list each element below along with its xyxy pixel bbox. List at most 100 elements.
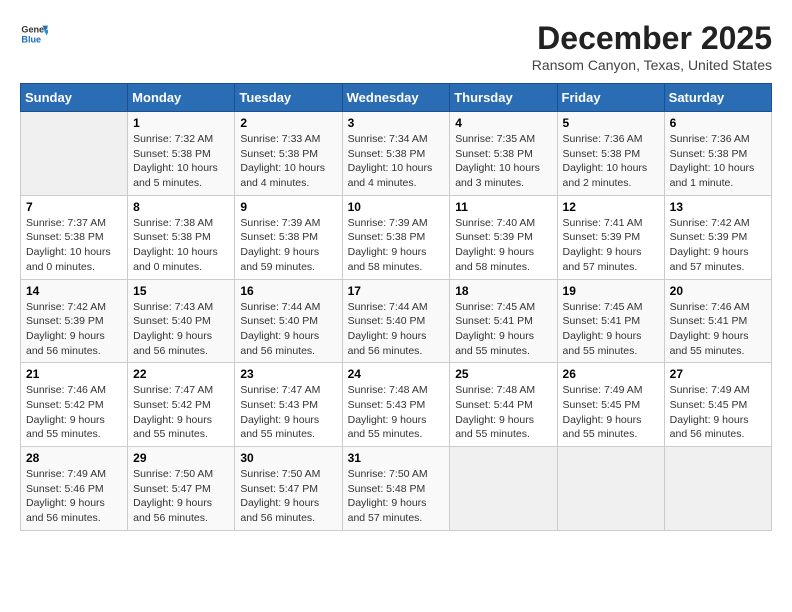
calendar-cell: 16Sunrise: 7:44 AM Sunset: 5:40 PM Dayli… xyxy=(235,279,342,363)
day-info: Sunrise: 7:49 AM Sunset: 5:45 PM Dayligh… xyxy=(670,383,766,442)
calendar-cell: 31 Sunrise: 7:50 AM Sunset: 5:48 PM Dayli… xyxy=(342,447,450,531)
day-info: Sunrise: 7:46 AM Sunset: 5:42 PM Dayligh… xyxy=(26,383,122,442)
calendar-cell: 13 Sunrise: 7:42 AM Sunset: 5:39 PM Dayli… xyxy=(664,195,771,279)
calendar-cell: 27Sunrise: 7:49 AM Sunset: 5:45 PM Dayli… xyxy=(664,363,771,447)
week-row-3: 14 Sunrise: 7:42 AM Sunset: 5:39 PM Dayli… xyxy=(21,279,772,363)
calendar-cell: 7Sunrise: 7:37 AM Sunset: 5:38 PM Daylig… xyxy=(21,195,128,279)
day-info: Sunrise: 7:40 AM Sunset: 5:39 PM Dayligh… xyxy=(455,216,551,275)
day-info: Sunrise: 7:49 AM Sunset: 5:45 PM Dayligh… xyxy=(563,383,659,442)
day-info: Sunrise: 7:42 AM Sunset: 5:39 PM Dayligh… xyxy=(670,216,766,275)
day-number: 14 xyxy=(26,284,122,298)
day-info: Sunrise: 7:34 AM Sunset: 5:38 PM Dayligh… xyxy=(348,132,445,191)
day-info: Sunrise: 7:39 AM Sunset: 5:38 PM Dayligh… xyxy=(240,216,336,275)
day-number: 16 xyxy=(240,284,336,298)
svg-text:Blue: Blue xyxy=(21,34,41,44)
day-number: 29 xyxy=(133,451,229,465)
day-number: 5 xyxy=(563,116,659,130)
calendar-cell: 2Sunrise: 7:33 AM Sunset: 5:38 PM Daylig… xyxy=(235,112,342,196)
calendar-cell xyxy=(664,447,771,531)
calendar-cell: 25 Sunrise: 7:48 AM Sunset: 5:44 PM Dayli… xyxy=(450,363,557,447)
day-info: Sunrise: 7:47 AM Sunset: 5:42 PM Dayligh… xyxy=(133,383,229,442)
calendar-table: SundayMondayTuesdayWednesdayThursdayFrid… xyxy=(20,83,772,531)
title-section: December 2025 Ransom Canyon, Texas, Unit… xyxy=(532,20,772,73)
day-number: 20 xyxy=(670,284,766,298)
day-number: 21 xyxy=(26,367,122,381)
day-number: 6 xyxy=(670,116,766,130)
day-number: 18 xyxy=(455,284,551,298)
calendar-cell: 15 Sunrise: 7:43 AM Sunset: 5:40 PM Dayli… xyxy=(128,279,235,363)
day-info: Sunrise: 7:50 AM Sunset: 5:48 PM Dayligh… xyxy=(348,467,445,526)
day-number: 23 xyxy=(240,367,336,381)
day-info: Sunrise: 7:32 AM Sunset: 5:38 PM Dayligh… xyxy=(133,132,229,191)
calendar-cell: 23 Sunrise: 7:47 AM Sunset: 5:43 PM Dayli… xyxy=(235,363,342,447)
day-number: 30 xyxy=(240,451,336,465)
calendar-cell: 10 Sunrise: 7:39 AM Sunset: 5:38 PM Dayli… xyxy=(342,195,450,279)
day-number: 1 xyxy=(133,116,229,130)
day-number: 7 xyxy=(26,200,122,214)
calendar-cell: 11 Sunrise: 7:40 AM Sunset: 5:39 PM Dayli… xyxy=(450,195,557,279)
day-info: Sunrise: 7:48 AM Sunset: 5:43 PM Dayligh… xyxy=(348,383,445,442)
calendar-cell: 19 Sunrise: 7:45 AM Sunset: 5:41 PM Dayli… xyxy=(557,279,664,363)
calendar-cell: 26Sunrise: 7:49 AM Sunset: 5:45 PM Dayli… xyxy=(557,363,664,447)
day-number: 11 xyxy=(455,200,551,214)
day-info: Sunrise: 7:38 AM Sunset: 5:38 PM Dayligh… xyxy=(133,216,229,275)
day-info: Sunrise: 7:36 AM Sunset: 5:38 PM Dayligh… xyxy=(670,132,766,191)
day-info: Sunrise: 7:46 AM Sunset: 5:41 PM Dayligh… xyxy=(670,300,766,359)
day-info: Sunrise: 7:41 AM Sunset: 5:39 PM Dayligh… xyxy=(563,216,659,275)
calendar-cell xyxy=(557,447,664,531)
day-number: 10 xyxy=(348,200,445,214)
week-row-1: 1 Sunrise: 7:32 AM Sunset: 5:38 PM Daylig… xyxy=(21,112,772,196)
day-number: 17 xyxy=(348,284,445,298)
day-info: Sunrise: 7:49 AM Sunset: 5:46 PM Dayligh… xyxy=(26,467,122,526)
day-number: 22 xyxy=(133,367,229,381)
calendar-cell: 3 Sunrise: 7:34 AM Sunset: 5:38 PM Daylig… xyxy=(342,112,450,196)
header-day-monday: Monday xyxy=(128,84,235,112)
logo-icon: General Blue xyxy=(20,20,48,48)
calendar-cell: 24 Sunrise: 7:48 AM Sunset: 5:43 PM Dayli… xyxy=(342,363,450,447)
day-number: 24 xyxy=(348,367,445,381)
day-number: 4 xyxy=(455,116,551,130)
calendar-cell: 18 Sunrise: 7:45 AM Sunset: 5:41 PM Dayli… xyxy=(450,279,557,363)
day-info: Sunrise: 7:48 AM Sunset: 5:44 PM Dayligh… xyxy=(455,383,551,442)
day-info: Sunrise: 7:39 AM Sunset: 5:38 PM Dayligh… xyxy=(348,216,445,275)
day-info: Sunrise: 7:47 AM Sunset: 5:43 PM Dayligh… xyxy=(240,383,336,442)
calendar-cell: 30Sunrise: 7:50 AM Sunset: 5:47 PM Dayli… xyxy=(235,447,342,531)
calendar-cell: 17Sunrise: 7:44 AM Sunset: 5:40 PM Dayli… xyxy=(342,279,450,363)
day-number: 12 xyxy=(563,200,659,214)
calendar-title: December 2025 xyxy=(532,20,772,57)
calendar-cell: 6 Sunrise: 7:36 AM Sunset: 5:38 PM Daylig… xyxy=(664,112,771,196)
day-info: Sunrise: 7:45 AM Sunset: 5:41 PM Dayligh… xyxy=(563,300,659,359)
day-info: Sunrise: 7:36 AM Sunset: 5:38 PM Dayligh… xyxy=(563,132,659,191)
calendar-cell: 21 Sunrise: 7:46 AM Sunset: 5:42 PM Dayli… xyxy=(21,363,128,447)
calendar-cell: 5 Sunrise: 7:36 AM Sunset: 5:38 PM Daylig… xyxy=(557,112,664,196)
day-number: 3 xyxy=(348,116,445,130)
day-info: Sunrise: 7:43 AM Sunset: 5:40 PM Dayligh… xyxy=(133,300,229,359)
day-number: 28 xyxy=(26,451,122,465)
week-row-4: 21 Sunrise: 7:46 AM Sunset: 5:42 PM Dayli… xyxy=(21,363,772,447)
header-day-sunday: Sunday xyxy=(21,84,128,112)
week-row-5: 28 Sunrise: 7:49 AM Sunset: 5:46 PM Dayli… xyxy=(21,447,772,531)
day-info: Sunrise: 7:42 AM Sunset: 5:39 PM Dayligh… xyxy=(26,300,122,359)
day-number: 19 xyxy=(563,284,659,298)
day-number: 13 xyxy=(670,200,766,214)
calendar-cell: 1 Sunrise: 7:32 AM Sunset: 5:38 PM Daylig… xyxy=(128,112,235,196)
calendar-cell xyxy=(450,447,557,531)
day-info: Sunrise: 7:33 AM Sunset: 5:38 PM Dayligh… xyxy=(240,132,336,191)
week-row-2: 7Sunrise: 7:37 AM Sunset: 5:38 PM Daylig… xyxy=(21,195,772,279)
day-number: 31 xyxy=(348,451,445,465)
header-day-thursday: Thursday xyxy=(450,84,557,112)
calendar-cell: 8Sunrise: 7:38 AM Sunset: 5:38 PM Daylig… xyxy=(128,195,235,279)
calendar-cell: 28 Sunrise: 7:49 AM Sunset: 5:46 PM Dayli… xyxy=(21,447,128,531)
day-number: 25 xyxy=(455,367,551,381)
calendar-cell: 12 Sunrise: 7:41 AM Sunset: 5:39 PM Dayli… xyxy=(557,195,664,279)
calendar-cell: 29Sunrise: 7:50 AM Sunset: 5:47 PM Dayli… xyxy=(128,447,235,531)
header-day-friday: Friday xyxy=(557,84,664,112)
calendar-cell: 9Sunrise: 7:39 AM Sunset: 5:38 PM Daylig… xyxy=(235,195,342,279)
day-number: 15 xyxy=(133,284,229,298)
calendar-cell: 20 Sunrise: 7:46 AM Sunset: 5:41 PM Dayli… xyxy=(664,279,771,363)
page-header: General Blue December 2025 Ransom Canyon… xyxy=(20,20,772,73)
header-day-tuesday: Tuesday xyxy=(235,84,342,112)
calendar-cell: 22 Sunrise: 7:47 AM Sunset: 5:42 PM Dayli… xyxy=(128,363,235,447)
day-info: Sunrise: 7:45 AM Sunset: 5:41 PM Dayligh… xyxy=(455,300,551,359)
header-day-saturday: Saturday xyxy=(664,84,771,112)
